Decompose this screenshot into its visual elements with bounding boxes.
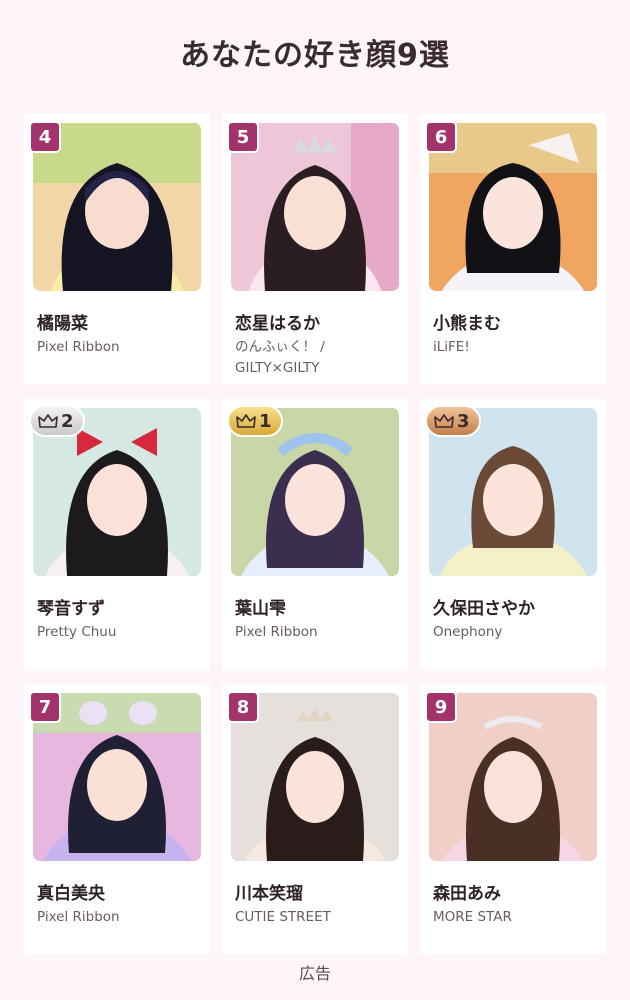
crown-icon: [38, 414, 58, 428]
idol-group: のんふぃく！ / GILTY×GILTY: [235, 339, 325, 376]
idol-card[interactable]: 5 恋星はるか のんふぃく！ / GILTY×GILTY: [222, 114, 408, 384]
rank-number-badge: 7: [29, 691, 61, 723]
ad-label: 広告: [298, 964, 331, 983]
idol-name: 恋星はるか: [235, 314, 320, 334]
idol-card[interactable]: 6 小熊まむ iLiFE!: [420, 114, 606, 384]
idol-group: Pretty Chuu: [37, 624, 117, 640]
idol-name: 森田あみ: [433, 884, 501, 904]
page-title: あなたの好き顔9選: [180, 38, 450, 73]
rank-number-badge: 8: [227, 691, 259, 723]
crown-icon: [236, 414, 256, 428]
idol-card[interactable]: 7 真白美央 Pixel Ribbon: [24, 684, 210, 954]
idol-name: 葉山雫: [235, 599, 286, 619]
idol-group: Pixel Ribbon: [37, 339, 120, 355]
idol-card[interactable]: 2 琴音すず Pretty Chuu: [24, 399, 210, 669]
idol-name: 橘陽菜: [37, 314, 88, 334]
idol-name: 真白美央: [37, 884, 105, 904]
idol-name: 小熊まむ: [433, 314, 501, 334]
rank-number-badge: 9: [425, 691, 457, 723]
idol-card[interactable]: 1 葉山雫 Pixel Ribbon: [222, 399, 408, 669]
rank-number-badge: 6: [425, 121, 457, 153]
idol-group: Pixel Ribbon: [235, 624, 318, 640]
idol-card[interactable]: 9 森田あみ MORE STAR: [420, 684, 606, 954]
crown-rank-badge: 3: [425, 405, 481, 437]
idol-name: 川本笑瑠: [235, 884, 303, 904]
crown-rank-badge: 2: [29, 405, 85, 437]
rank-number: 1: [259, 410, 272, 432]
idol-group: CUTIE STREET: [235, 909, 331, 925]
rank-number-badge: 5: [227, 121, 259, 153]
rank-number: 2: [61, 410, 74, 432]
idol-name: 久保田さやか: [433, 599, 535, 619]
favorites-grid: 4 橘陽菜 Pixel Ribbon 5 恋星はるか のんふぃく！ / GILT…: [24, 114, 606, 954]
idol-group: MORE STAR: [433, 909, 512, 925]
rank-number: 3: [457, 410, 470, 432]
idol-group: Pixel Ribbon: [37, 909, 120, 925]
idol-group: Onephony: [433, 624, 503, 640]
idol-group: iLiFE!: [433, 339, 470, 355]
crown-rank-badge: 1: [227, 405, 283, 437]
crown-icon: [434, 414, 454, 428]
idol-card[interactable]: 8 川本笑瑠 CUTIE STREET: [222, 684, 408, 954]
idol-card[interactable]: 3 久保田さやか Onephony: [420, 399, 606, 669]
idol-card[interactable]: 4 橘陽菜 Pixel Ribbon: [24, 114, 210, 384]
idol-name: 琴音すず: [37, 599, 105, 619]
rank-number-badge: 4: [29, 121, 61, 153]
